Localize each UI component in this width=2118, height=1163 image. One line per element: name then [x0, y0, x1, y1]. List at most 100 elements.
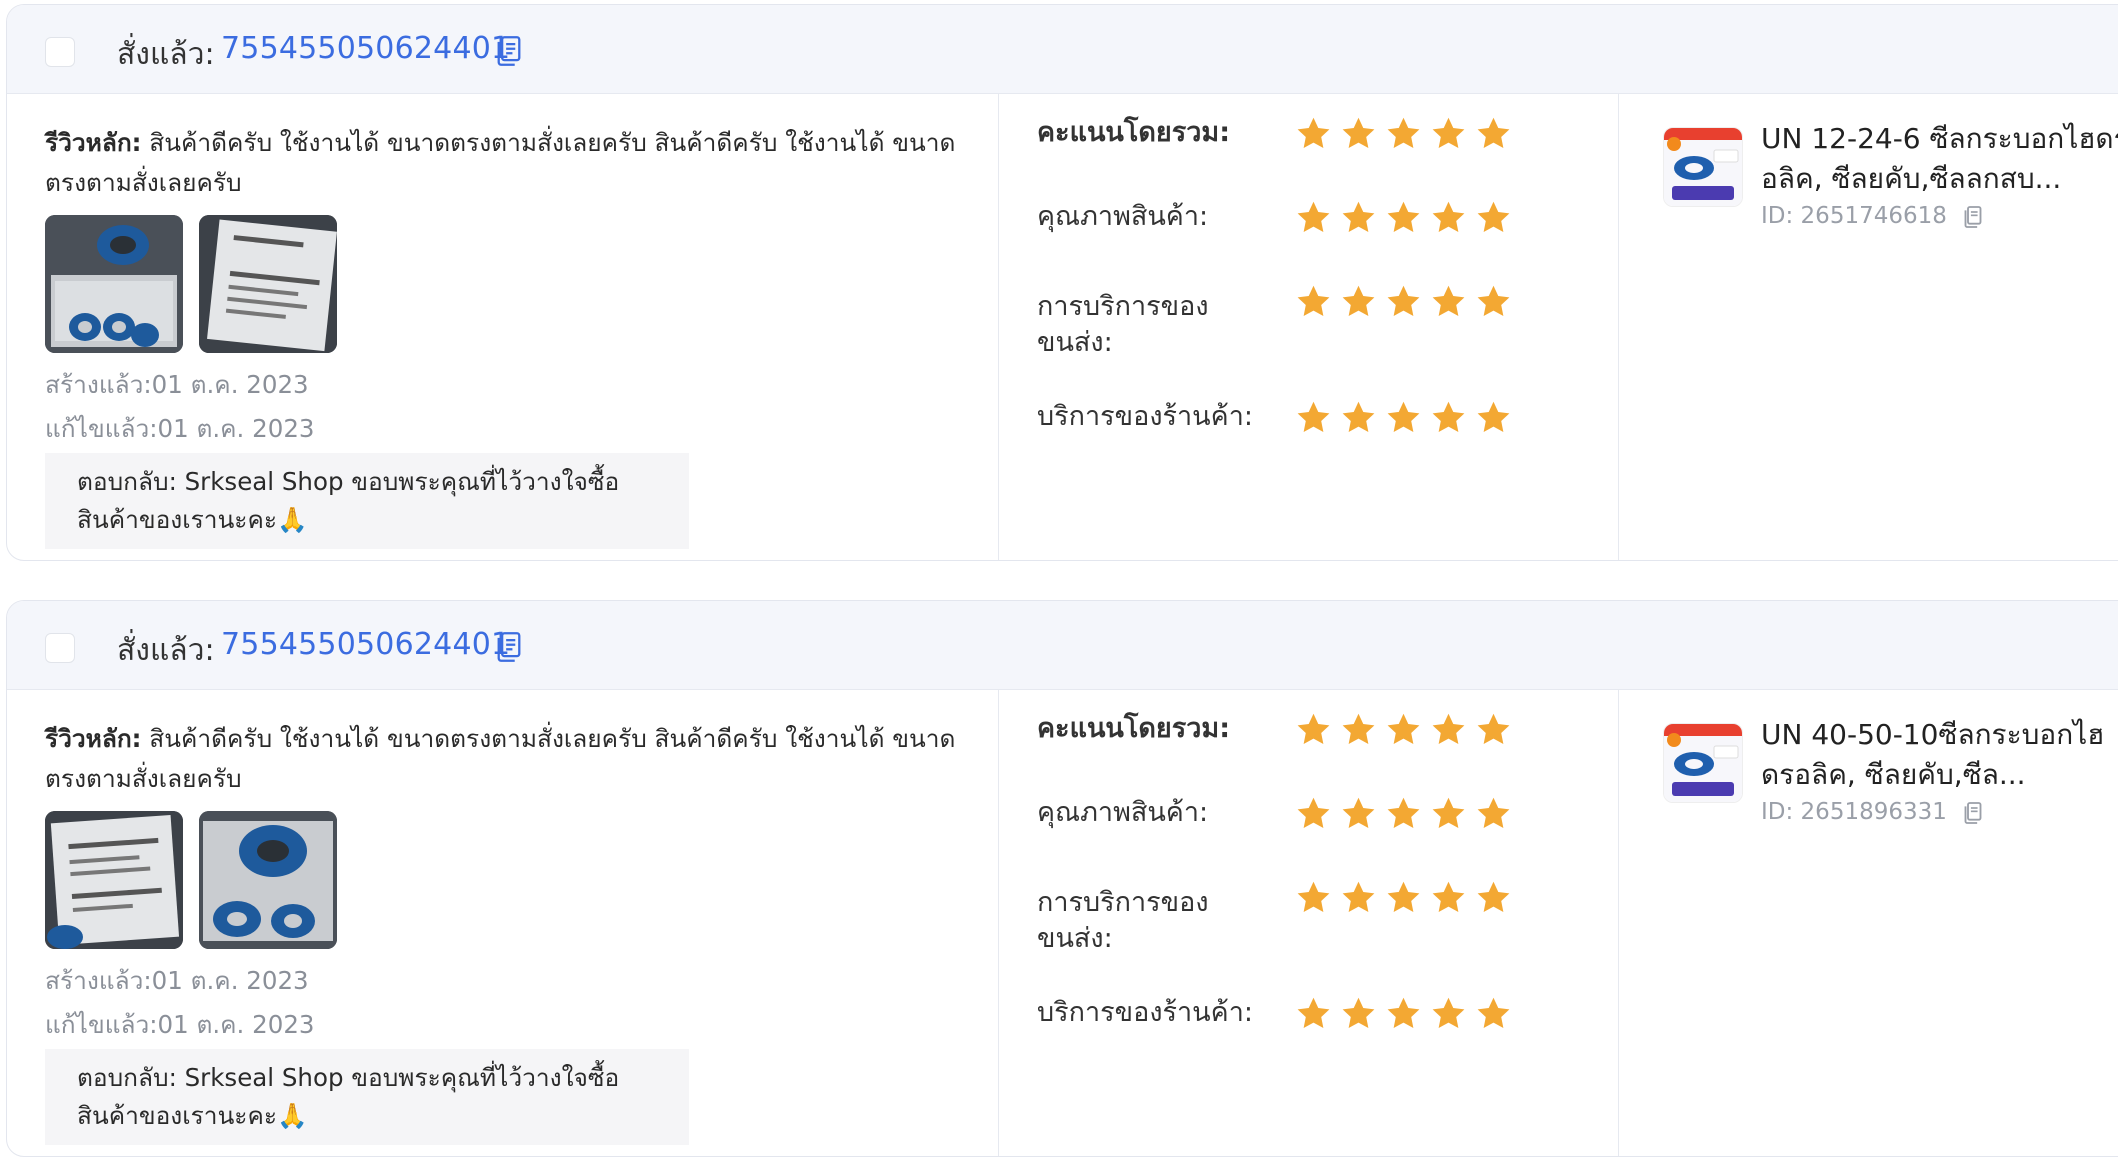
rating-label: คุณภาพสินค้า:	[1037, 797, 1209, 828]
star-icon	[1342, 997, 1375, 1028]
review-column: รีวิวหลัก: สินค้าดีครับ ใช้งานได้ ขนาดตร…	[7, 93, 999, 560]
copy-icon[interactable]	[495, 631, 523, 663]
star-icon	[1297, 117, 1330, 148]
star-icon	[1477, 797, 1510, 828]
star-icon	[1387, 997, 1420, 1028]
order-label: สั่งแล้ว:	[117, 37, 215, 72]
review-label: รีวิวหลัก:	[45, 128, 142, 157]
product-id: ID: 2651746618	[1761, 203, 1947, 229]
star-icon	[1432, 117, 1465, 148]
star-icon	[1477, 713, 1510, 744]
card-header: สั่งแล้ว: 755455050624401	[7, 601, 2118, 690]
edited-date: แก้ไขแล้ว:01 ต.ค. 2023	[45, 414, 315, 443]
star-icon	[1342, 117, 1375, 148]
copy-icon[interactable]	[1963, 205, 1983, 229]
star-rating	[1295, 795, 1512, 832]
star-icon	[1342, 881, 1375, 912]
star-icon	[1342, 713, 1375, 744]
star-icon	[1297, 401, 1330, 432]
review-card: สั่งแล้ว: 755455050624401 รีวิวหลัก: สิน…	[6, 600, 2118, 1157]
review-text: รีวิวหลัก: สินค้าดีครับ ใช้งานได้ ขนาดตร…	[45, 719, 985, 799]
star-icon	[1297, 881, 1330, 912]
star-icon	[1297, 201, 1330, 232]
star-rating	[1295, 115, 1512, 152]
review-images	[45, 215, 337, 353]
star-icon	[1342, 201, 1375, 232]
review-body: สินค้าดีครับ ใช้งานได้ ขนาดตรงตามสั่งเลย…	[45, 128, 956, 197]
order-id-link[interactable]: 755455050624401	[221, 31, 510, 66]
order-id-link[interactable]: 755455050624401	[221, 627, 510, 662]
rating-label: บริการของร้านค้า:	[1037, 997, 1253, 1028]
star-icon	[1297, 713, 1330, 744]
created-date: สร้างแล้ว:01 ต.ค. 2023	[45, 370, 309, 399]
star-icon	[1387, 881, 1420, 912]
star-icon	[1342, 401, 1375, 432]
order-label: สั่งแล้ว:	[117, 633, 215, 668]
rating-label: คะแนนโดยรวม:	[1037, 713, 1230, 744]
star-icon	[1432, 997, 1465, 1028]
star-rating	[1295, 199, 1512, 236]
review-body: สินค้าดีครับ ใช้งานได้ ขนาดตรงตามสั่งเลย…	[45, 724, 956, 793]
star-rating	[1295, 711, 1512, 748]
star-icon	[1477, 201, 1510, 232]
star-icon	[1297, 797, 1330, 828]
rating-label: คะแนนโดยรวม:	[1037, 117, 1230, 148]
star-icon	[1387, 797, 1420, 828]
rating-column: คะแนนโดยรวม: คุณภาพสินค้า: การบริการของข…	[999, 689, 1619, 1156]
rating-label: บริการของร้านค้า:	[1037, 401, 1253, 432]
star-icon	[1432, 797, 1465, 828]
review-image[interactable]	[45, 215, 183, 353]
copy-icon[interactable]	[1963, 801, 1983, 825]
edited-date: แก้ไขแล้ว:01 ต.ค. 2023	[45, 1010, 315, 1039]
rating-label: การบริการของขนส่ง:	[1037, 887, 1209, 954]
seller-reply: ตอบกลับ: Srkseal Shop ขอบพระคุณที่ไว้วาง…	[45, 453, 689, 549]
product-column: UN 12-24-6 ซีลกระบอกไฮดรอลิค, ซีลยคับ,ซี…	[1619, 93, 2118, 560]
product-title[interactable]: UN 40-50-10ซีลกระบอกไฮดรอลิค, ซีลยคับ,ซี…	[1761, 715, 2118, 795]
review-column: รีวิวหลัก: สินค้าดีครับ ใช้งานได้ ขนาดตร…	[7, 689, 999, 1156]
review-image[interactable]	[199, 811, 337, 949]
star-icon	[1477, 881, 1510, 912]
seller-reply: ตอบกลับ: Srkseal Shop ขอบพระคุณที่ไว้วาง…	[45, 1049, 689, 1145]
created-date: สร้างแล้ว:01 ต.ค. 2023	[45, 966, 309, 995]
star-icon	[1432, 285, 1465, 316]
star-icon	[1432, 713, 1465, 744]
review-card: สั่งแล้ว: 755455050624401 รีวิวหลัก: สิน…	[6, 4, 2118, 561]
star-icon	[1387, 713, 1420, 744]
review-text: รีวิวหลัก: สินค้าดีครับ ใช้งานได้ ขนาดตร…	[45, 123, 985, 203]
review-image[interactable]	[199, 215, 337, 353]
star-icon	[1297, 285, 1330, 316]
select-checkbox[interactable]	[45, 633, 75, 663]
star-icon	[1477, 401, 1510, 432]
star-icon	[1342, 797, 1375, 828]
star-icon	[1432, 881, 1465, 912]
star-icon	[1477, 117, 1510, 148]
product-column: UN 40-50-10ซีลกระบอกไฮดรอลิค, ซีลยคับ,ซี…	[1619, 689, 2118, 1156]
rating-column: คะแนนโดยรวม: คุณภาพสินค้า: การบริการของข…	[999, 93, 1619, 560]
card-header: สั่งแล้ว: 755455050624401	[7, 5, 2118, 94]
star-icon	[1477, 997, 1510, 1028]
review-images	[45, 811, 337, 949]
rating-label: คุณภาพสินค้า:	[1037, 201, 1209, 232]
star-rating	[1295, 399, 1512, 436]
star-icon	[1387, 201, 1420, 232]
star-icon	[1477, 285, 1510, 316]
star-icon	[1387, 117, 1420, 148]
star-icon	[1432, 401, 1465, 432]
star-rating	[1295, 283, 1512, 320]
product-title[interactable]: UN 12-24-6 ซีลกระบอกไฮดรอลิค, ซีลยคับ,ซี…	[1761, 119, 2118, 199]
star-icon	[1432, 201, 1465, 232]
review-image[interactable]	[45, 811, 183, 949]
copy-icon[interactable]	[495, 35, 523, 67]
product-image[interactable]	[1663, 723, 1743, 803]
star-icon	[1387, 401, 1420, 432]
review-label: รีวิวหลัก:	[45, 724, 142, 753]
star-rating	[1295, 995, 1512, 1032]
star-icon	[1297, 997, 1330, 1028]
product-image[interactable]	[1663, 127, 1743, 207]
select-checkbox[interactable]	[45, 37, 75, 67]
product-id: ID: 2651896331	[1761, 799, 1947, 825]
rating-label: การบริการของขนส่ง:	[1037, 291, 1209, 358]
star-rating	[1295, 879, 1512, 916]
star-icon	[1387, 285, 1420, 316]
star-icon	[1342, 285, 1375, 316]
